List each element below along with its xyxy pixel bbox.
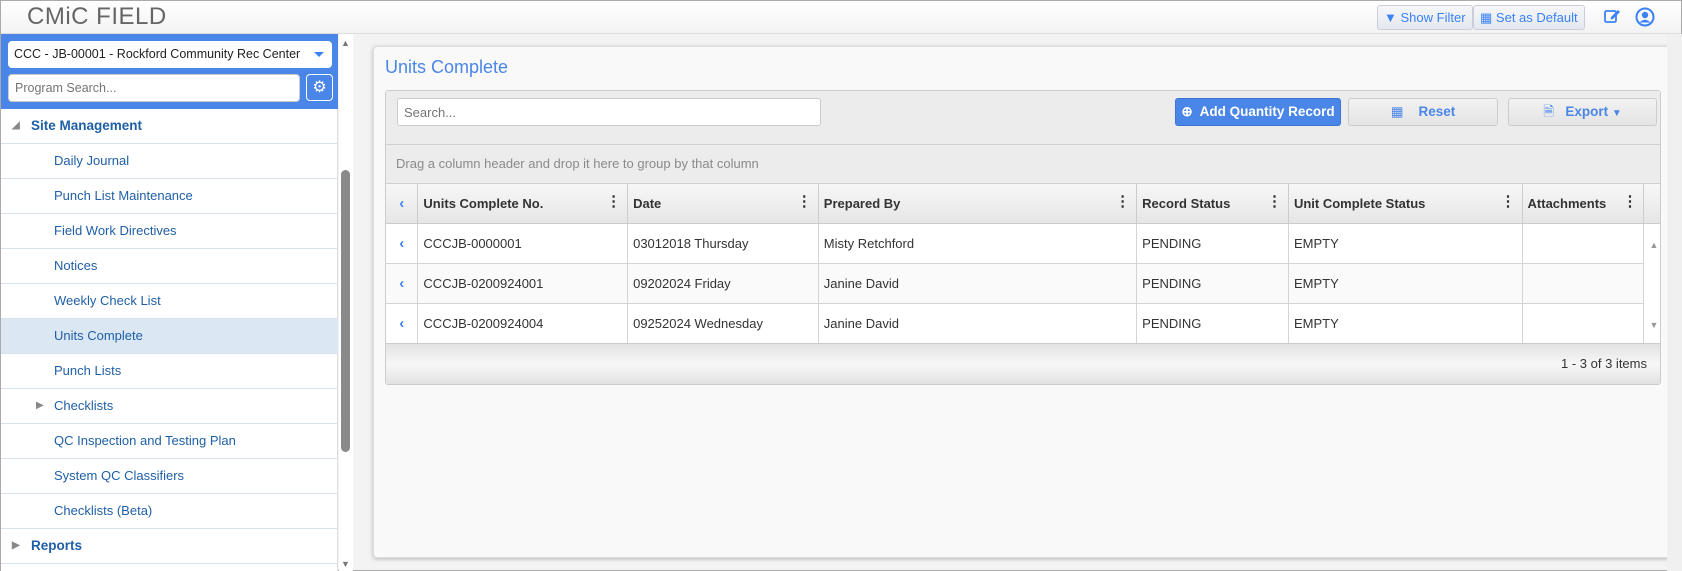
- row-expand-icon[interactable]: ‹: [386, 303, 419, 344]
- units-table: ‹ Units Complete No. ⋮ Date ⋮ Prepared By ⋮…: [386, 184, 1660, 344]
- cell-attachments: [1522, 263, 1645, 304]
- column-menu-icon[interactable]: ⋮: [1501, 194, 1516, 209]
- nav-item-field-work-directives[interactable]: Field Work Directives: [1, 214, 338, 249]
- app-logo: CMiC FIELD: [27, 3, 167, 30]
- column-header-attachments[interactable]: Attachments ⋮: [1522, 184, 1645, 224]
- column-header-units-complete-no[interactable]: Units Complete No. ⋮: [417, 184, 629, 224]
- cell-attachments: [1522, 303, 1645, 344]
- nav-item-checklists-beta[interactable]: Checklists (Beta): [1, 494, 338, 529]
- nav-item-notices[interactable]: Notices: [1, 249, 338, 284]
- program-search-input[interactable]: [8, 74, 300, 102]
- cell-units-complete-no: CCCJB-0200924001: [417, 263, 629, 304]
- header-spacer: [1643, 184, 1660, 224]
- cell-record-status: PENDING: [1136, 263, 1289, 304]
- nav-item-checklists[interactable]: ▶ Checklists: [1, 389, 338, 424]
- cell-prepared-by: Misty Retchford: [818, 223, 1138, 264]
- triangle-expanded-icon: ◢: [12, 120, 20, 131]
- data-grid: ⊕ Add Quantity Record ▦ Reset 🗎 Export ▼…: [385, 90, 1661, 385]
- table-row[interactable]: ‹ CCCJB-0200924001 09202024 Friday Janin…: [386, 263, 1660, 304]
- nav-tree: ◢ Site Management Daily Journal Punch Lis…: [1, 109, 338, 564]
- scroll-down-icon[interactable]: ▼: [1643, 303, 1660, 343]
- row-expand-icon[interactable]: ‹: [386, 263, 419, 304]
- cell-record-status: PENDING: [1136, 223, 1289, 264]
- pager-info: 1 - 3 of 3 items: [386, 343, 1660, 384]
- cell-units-complete-no: CCCJB-0200924004: [417, 303, 629, 344]
- chevron-down-icon: [314, 52, 324, 57]
- edit-icon[interactable]: [1601, 7, 1623, 29]
- plus-circle-icon: ⊕: [1181, 104, 1193, 119]
- column-menu-icon[interactable]: ⋮: [1267, 194, 1282, 209]
- project-select[interactable]: CCC - JB-00001 - Rockford Community Rec …: [8, 41, 332, 68]
- app-window: CMiC FIELD ▼ Show Filter ▦ Set as Defaul…: [0, 0, 1682, 571]
- page-title: Units Complete: [385, 57, 509, 77]
- column-header-unit-complete-status[interactable]: Unit Complete Status ⋮: [1288, 184, 1523, 224]
- group-drop-zone[interactable]: Drag a column header and drop it here to…: [386, 145, 1660, 184]
- cell-date: 09252024 Wednesday: [627, 303, 819, 344]
- column-menu-icon[interactable]: ⋮: [1622, 194, 1637, 209]
- add-quantity-record-button[interactable]: ⊕ Add Quantity Record: [1175, 98, 1341, 126]
- column-menu-icon[interactable]: ⋮: [1115, 194, 1130, 209]
- triangle-collapsed-icon: ▶: [12, 540, 20, 551]
- nav-item-daily-journal[interactable]: Daily Journal: [1, 144, 338, 179]
- scroll-up-icon[interactable]: ▲: [341, 38, 350, 48]
- cell-date: 03012018 Thursday: [627, 223, 819, 264]
- cell-units-complete-no: CCCJB-0000001: [417, 223, 629, 264]
- scrollbar-thumb[interactable]: [341, 170, 350, 452]
- table-row[interactable]: ‹ CCCJB-0200924004 09252024 Wednesday Ja…: [386, 303, 1660, 344]
- column-header-date[interactable]: Date ⋮: [627, 184, 819, 224]
- caret-down-icon: ▼: [1611, 108, 1622, 119]
- cell-unit-complete-status: EMPTY: [1288, 303, 1523, 344]
- gear-icon[interactable]: ⚙: [306, 74, 333, 101]
- excel-file-icon: 🗎: [1543, 104, 1555, 119]
- table-header-row: ‹ Units Complete No. ⋮ Date ⋮ Prepared By ⋮…: [386, 184, 1660, 224]
- expand-all-icon[interactable]: ‹: [386, 184, 419, 224]
- triangle-collapsed-icon: ▶: [36, 400, 44, 411]
- grid-icon: ▦: [1390, 104, 1404, 119]
- filter-icon: ▼: [1384, 10, 1397, 25]
- scroll-down-icon[interactable]: ▼: [341, 559, 350, 569]
- top-header: CMiC FIELD ▼ Show Filter ▦ Set as Defaul…: [1, 1, 1681, 34]
- column-menu-icon[interactable]: ⋮: [797, 194, 812, 209]
- page-scrollbar[interactable]: [1667, 34, 1682, 571]
- nav-item-punch-list-maintenance[interactable]: Punch List Maintenance: [1, 179, 338, 214]
- column-header-record-status[interactable]: Record Status ⋮: [1136, 184, 1289, 224]
- scroll-up-icon[interactable]: ▲: [1643, 223, 1660, 263]
- grid-icon: ▦: [1480, 10, 1493, 25]
- cell-prepared-by: Janine David: [818, 303, 1138, 344]
- cell-unit-complete-status: EMPTY: [1288, 263, 1523, 304]
- cell-date: 09202024 Friday: [627, 263, 819, 304]
- grid-toolbar: ⊕ Add Quantity Record ▦ Reset 🗎 Export ▼: [386, 91, 1660, 145]
- nav-item-punch-lists[interactable]: Punch Lists: [1, 354, 338, 389]
- row-expand-icon[interactable]: ‹: [386, 223, 419, 264]
- cell-unit-complete-status: EMPTY: [1288, 223, 1523, 264]
- cell-prepared-by: Janine David: [818, 263, 1138, 304]
- nav-item-weekly-check-list[interactable]: Weekly Check List: [1, 284, 338, 319]
- cell-record-status: PENDING: [1136, 303, 1289, 344]
- column-menu-icon[interactable]: ⋮: [606, 194, 621, 209]
- set-as-default-button[interactable]: ▦ Set as Default: [1473, 5, 1585, 30]
- sidebar-scrollbar[interactable]: ▲ ▼: [339, 34, 353, 571]
- grid-search-input[interactable]: [397, 98, 821, 126]
- grid-scrollbar[interactable]: [1643, 263, 1660, 303]
- show-filter-button[interactable]: ▼ Show Filter: [1377, 5, 1473, 30]
- cell-attachments: [1522, 223, 1645, 264]
- nav-item-units-complete[interactable]: Units Complete: [1, 319, 338, 354]
- units-complete-panel: Units Complete ⊕ Add Quantity Record ▦ R…: [373, 46, 1672, 558]
- nav-group-reports[interactable]: ▶ Reports: [1, 529, 338, 564]
- reset-button[interactable]: ▦ Reset: [1348, 98, 1498, 126]
- column-header-prepared-by[interactable]: Prepared By ⋮: [818, 184, 1138, 224]
- export-button[interactable]: 🗎 Export ▼: [1508, 98, 1657, 126]
- table-row[interactable]: ‹ CCCJB-0000001 03012018 Thursday Misty …: [386, 223, 1660, 264]
- nav-item-system-qc-classifiers[interactable]: System QC Classifiers: [1, 459, 338, 494]
- sidebar-top: CCC - JB-00001 - Rockford Community Rec …: [1, 34, 338, 109]
- nav-group-site-management[interactable]: ◢ Site Management: [1, 109, 338, 144]
- sidebar: CCC - JB-00001 - Rockford Community Rec …: [1, 34, 338, 571]
- nav-item-qc-inspection[interactable]: QC Inspection and Testing Plan: [1, 424, 338, 459]
- user-icon[interactable]: [1634, 7, 1656, 29]
